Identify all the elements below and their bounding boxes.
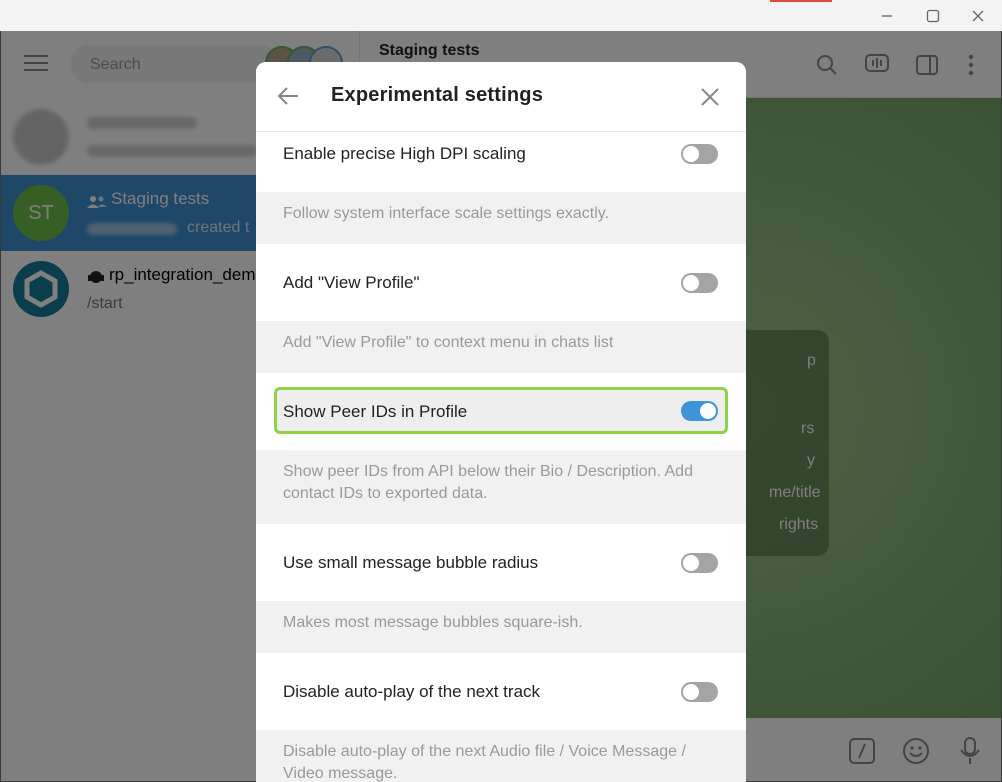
setting-label: Enable precise High DPI scaling [283, 144, 526, 163]
description-text: Disable auto-play of the next Audio file… [283, 743, 686, 782]
maximize-icon [926, 9, 940, 23]
close-icon [701, 88, 719, 106]
toggle-knob [683, 275, 699, 291]
setting-description: Add "View Profile" to context menu in ch… [256, 321, 746, 373]
description-text: Follow system interface scale settings e… [283, 205, 610, 222]
description-text: Add "View Profile" to context menu in ch… [283, 334, 614, 351]
setting-high-dpi[interactable]: Enable precise High DPI scaling [256, 133, 746, 192]
toggle-switch[interactable] [681, 682, 718, 702]
setting-view-profile[interactable]: Add "View Profile" [256, 244, 746, 321]
back-button[interactable] [274, 82, 302, 110]
toggle-knob [683, 555, 699, 571]
toggle-switch[interactable] [681, 553, 718, 573]
window-close-button[interactable] [955, 2, 1001, 30]
setting-label: Show Peer IDs in Profile [283, 402, 468, 421]
close-icon [972, 10, 984, 22]
toggle-switch[interactable] [681, 144, 718, 164]
dialog-close-button[interactable] [697, 84, 723, 110]
setting-bubble-radius[interactable]: Use small message bubble radius [256, 524, 746, 601]
minimize-icon [882, 15, 892, 17]
window-titlebar [0, 0, 1002, 31]
titlebar-accent [770, 0, 832, 2]
arrow-left-icon [277, 87, 298, 105]
setting-label: Add "View Profile" [283, 273, 420, 292]
dialog-header: Experimental settings [256, 62, 746, 132]
toggle-switch[interactable] [681, 401, 718, 421]
maximize-button[interactable] [910, 2, 956, 30]
setting-description: Follow system interface scale settings e… [256, 192, 746, 244]
dialog-title: Experimental settings [331, 84, 544, 106]
toggle-switch[interactable] [681, 273, 718, 293]
setting-autoplay[interactable]: Disable auto-play of the next track [256, 653, 746, 730]
setting-description: Disable auto-play of the next Audio file… [256, 730, 746, 782]
toggle-knob [683, 146, 699, 162]
toggle-knob [700, 403, 716, 419]
description-text: Show peer IDs from API below their Bio /… [283, 463, 693, 502]
setting-description: Makes most message bubbles square-ish. [256, 601, 746, 653]
description-text: Makes most message bubbles square-ish. [283, 614, 583, 631]
setting-peer-ids[interactable]: Show Peer IDs in Profile [256, 373, 746, 450]
minimize-button[interactable] [864, 2, 910, 30]
setting-label: Use small message bubble radius [283, 553, 539, 572]
toggle-knob [683, 684, 699, 700]
setting-label: Disable auto-play of the next track [283, 682, 541, 701]
experimental-settings-dialog: Experimental settings Enable precise Hig… [256, 62, 746, 782]
setting-description: Show peer IDs from API below their Bio /… [256, 450, 746, 524]
